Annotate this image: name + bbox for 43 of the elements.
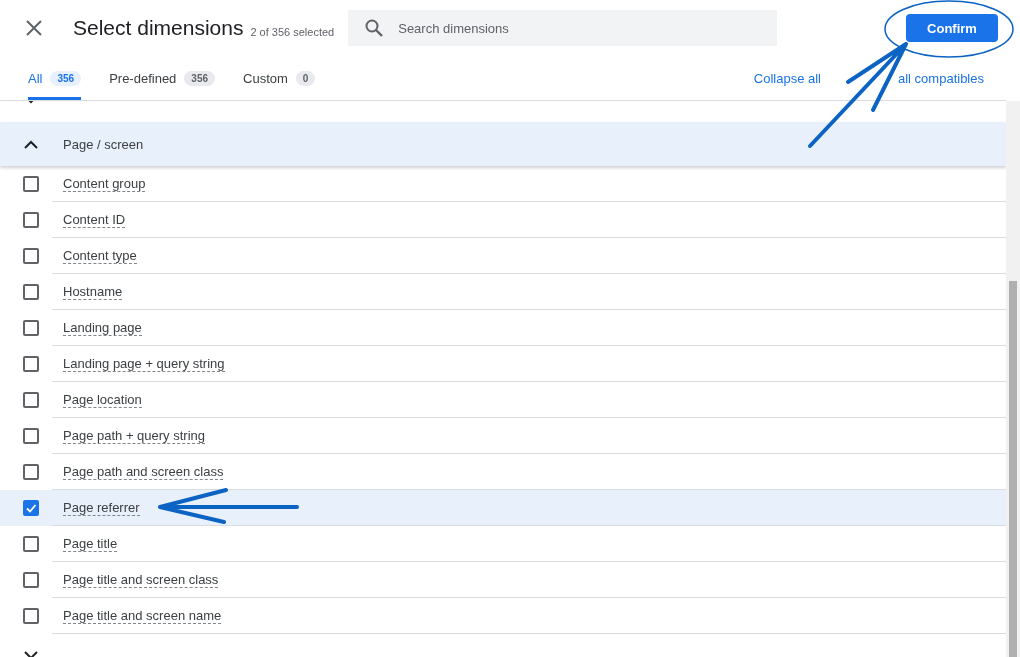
search-field[interactable]: Search dimensions	[348, 10, 778, 46]
scrollbar[interactable]	[1006, 101, 1020, 657]
count-badge: 356	[184, 70, 216, 86]
close-icon[interactable]	[25, 19, 43, 37]
dimension-label[interactable]: Page path and screen class	[63, 463, 224, 480]
dimension-label[interactable]: Page location	[63, 391, 142, 408]
tab[interactable]: Pre-defined 356	[109, 56, 216, 100]
dialog-title: Select dimensions	[73, 16, 244, 40]
action-link[interactable]: all compatibles	[898, 70, 984, 86]
group-label: Page / screen	[63, 136, 144, 152]
group-header[interactable]: Page / screen	[0, 122, 1006, 166]
confirm-button[interactable]: Confirm	[906, 14, 998, 42]
dimension-label[interactable]: Content type	[63, 247, 137, 264]
search-icon	[364, 18, 385, 38]
checkbox[interactable]	[23, 608, 39, 624]
dimension-label[interactable]: Page title and screen class	[63, 571, 219, 588]
checkbox[interactable]	[23, 392, 39, 408]
count-badge: 0	[295, 70, 316, 86]
dimension-label[interactable]: Page path + query string	[63, 427, 205, 444]
checkbox[interactable]	[23, 464, 39, 480]
selection-count: 2 of 356 selected	[250, 25, 335, 38]
checkbox[interactable]	[23, 572, 39, 588]
count-badge: 356	[50, 70, 82, 86]
checkbox[interactable]	[23, 248, 39, 264]
action-link[interactable]: Collapse all	[753, 70, 821, 86]
dimension-label[interactable]: Page title and screen name	[63, 607, 222, 624]
checkbox[interactable]	[23, 536, 39, 552]
dimension-label[interactable]: Page referrer	[63, 499, 140, 516]
checkbox[interactable]	[23, 500, 39, 516]
dimension-label[interactable]: Hostname	[63, 283, 123, 300]
tab[interactable]: All 356	[28, 56, 82, 100]
tab[interactable]: Custom 0	[243, 56, 316, 100]
checkbox[interactable]	[23, 284, 39, 300]
dimension-label[interactable]: Content group	[63, 175, 146, 192]
checkbox[interactable]	[23, 212, 39, 228]
dimension-label[interactable]: Landing page	[63, 319, 142, 336]
checkbox[interactable]	[23, 320, 39, 336]
dimension-label[interactable]: Page title	[63, 535, 118, 552]
dimension-label[interactable]: Content ID	[63, 211, 126, 228]
checkbox[interactable]	[23, 428, 39, 444]
checkbox[interactable]	[23, 356, 39, 372]
dimension-label[interactable]: Landing page + query string	[63, 355, 225, 372]
checkbox[interactable]	[23, 176, 39, 192]
